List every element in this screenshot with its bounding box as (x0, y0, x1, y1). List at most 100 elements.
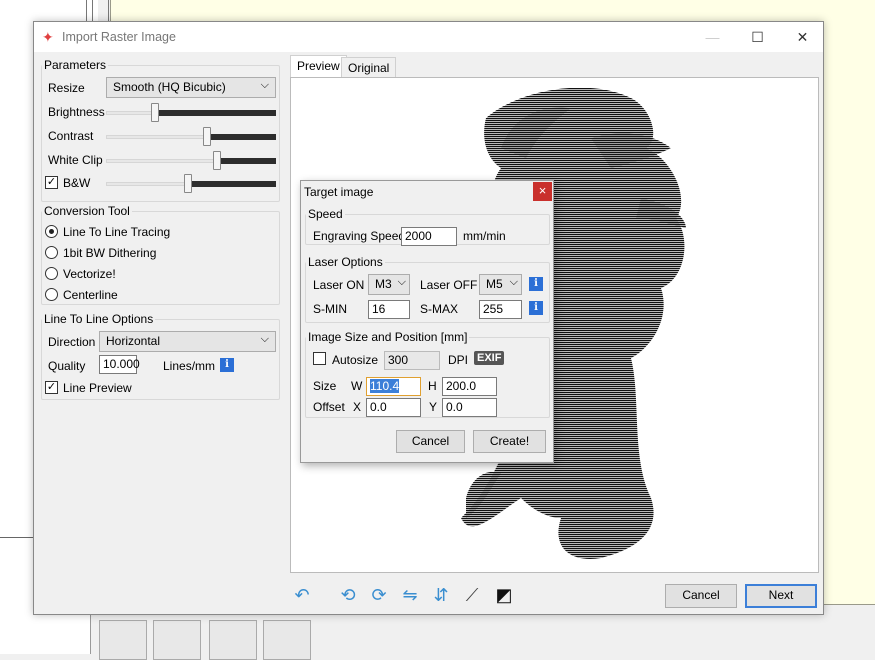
target-image-dialog: Target image × Speed Engraving Speed 200… (300, 180, 554, 463)
invert-icon[interactable]: ◩ (492, 583, 516, 607)
minimize-button[interactable]: — (690, 24, 735, 50)
background-tool-button[interactable] (99, 620, 147, 660)
slider-thumb[interactable] (184, 174, 192, 193)
background-tool-button[interactable] (209, 620, 257, 660)
tab-original[interactable]: Original (341, 57, 397, 77)
smax-label: S-MAX (420, 302, 459, 316)
whiteclip-slider[interactable] (106, 150, 276, 170)
height-input[interactable]: 200.0 (442, 377, 497, 396)
background-lock-button[interactable] (153, 620, 201, 660)
option-vectorize-label: Vectorize! (63, 267, 116, 281)
flip-horizontal-icon[interactable]: ⇋ (398, 583, 422, 607)
laser-options-legend: Laser Options (308, 255, 383, 269)
close-button[interactable]: ✕ (780, 24, 825, 50)
offset-label: Offset (313, 400, 345, 414)
slider-track (106, 111, 155, 115)
flip-vertical-icon[interactable]: ⇵ (429, 583, 453, 607)
contrast-slider[interactable] (106, 126, 276, 146)
radio-centerline[interactable] (45, 288, 58, 301)
size-label: Size (313, 379, 337, 393)
offset-y-input[interactable]: 0.0 (442, 398, 497, 417)
quality-input[interactable]: 10.000 (99, 355, 140, 374)
slider-thumb[interactable] (151, 103, 159, 122)
next-button[interactable]: Next (745, 584, 817, 608)
dialog-close-button[interactable]: × (533, 182, 552, 201)
height-label: H (428, 379, 437, 393)
direction-select[interactable]: Horizontal ⌵ (99, 331, 276, 352)
image-size-legend: Image Size and Position [mm] (308, 330, 468, 344)
slider-track (106, 135, 207, 139)
dialog-cancel-button[interactable]: Cancel (396, 430, 465, 453)
laser-off-value: M5 (486, 277, 503, 291)
line-preview-checkbox[interactable]: ✓ (45, 381, 58, 394)
background-divider (108, 0, 109, 22)
laser-info-icon[interactable]: i (529, 277, 543, 291)
background-divider (0, 537, 34, 538)
quality-label: Quality (48, 359, 86, 373)
background-tool-button[interactable] (263, 620, 311, 660)
direction-label: Direction (48, 335, 96, 349)
slider-fill (207, 134, 276, 140)
app-logo-icon: ✦ (42, 29, 54, 45)
width-input-value: 110.4 (370, 379, 400, 393)
smax-info-icon[interactable]: i (529, 301, 543, 315)
window-title: Import Raster Image (62, 30, 176, 44)
brightness-slider[interactable] (106, 102, 276, 122)
radio-line-to-line[interactable] (45, 225, 58, 238)
direction-select-value: Horizontal (106, 334, 161, 348)
smin-input[interactable]: 16 (368, 300, 410, 319)
line-preview-label: Line Preview (63, 381, 132, 395)
resize-label: Resize (48, 81, 85, 95)
maximize-button[interactable]: ☐ (735, 24, 780, 50)
tab-preview[interactable]: Preview (290, 55, 347, 78)
bw-slider[interactable] (106, 173, 276, 193)
width-input[interactable]: 110.4 (366, 377, 421, 396)
info-icon[interactable]: i (220, 358, 234, 372)
chevron-down-icon: ⌵ (509, 276, 518, 288)
autosize-checkbox[interactable] (313, 352, 326, 365)
offset-x-label: X (353, 400, 362, 414)
offset-x-input[interactable]: 0.0 (366, 398, 421, 417)
slider-fill (188, 181, 276, 187)
slider-track (106, 182, 188, 186)
dpi-input[interactable]: 300 (384, 351, 440, 370)
dpi-label: DPI (448, 353, 469, 367)
option-centerline-label: Centerline (63, 288, 118, 302)
rotate-cw-icon[interactable]: ⟳ (367, 583, 391, 607)
background-divider (92, 0, 93, 22)
slider-track (106, 159, 217, 163)
rotate-ccw-icon[interactable]: ⟲ (336, 583, 360, 607)
conversion-tool-legend: Conversion Tool (44, 204, 130, 218)
offset-y-label: Y (429, 400, 438, 414)
engraving-speed-input[interactable]: 2000 (401, 227, 457, 246)
radio-dithering[interactable] (45, 246, 58, 259)
exif-button[interactable]: EXIF (474, 351, 505, 365)
resize-select[interactable]: Smooth (HQ Bicubic) ⌵ (106, 77, 276, 98)
smax-input[interactable]: 255 (479, 300, 522, 319)
laser-on-value: M3 (375, 277, 392, 291)
crop-icon[interactable]: ⟋ (460, 583, 484, 607)
quality-unit-label: Lines/mm (163, 359, 216, 373)
bw-checkbox[interactable]: ✓ (45, 176, 58, 189)
width-label: W (351, 379, 363, 393)
slider-thumb[interactable] (213, 151, 221, 170)
laser-on-select[interactable]: M3 ⌵ (368, 274, 410, 295)
reload-icon[interactable]: ↶ (290, 583, 314, 607)
background-divider (86, 0, 87, 22)
slider-fill (217, 158, 276, 164)
chevron-down-icon: ⌵ (397, 276, 406, 288)
cancel-button[interactable]: Cancel (665, 584, 737, 608)
option-line-to-line-label: Line To Line Tracing (63, 225, 171, 239)
whiteclip-label: White Clip (48, 153, 103, 167)
dialog-title: Target image (304, 185, 374, 199)
contrast-label: Contrast (48, 129, 94, 143)
smin-label: S-MIN (313, 302, 347, 316)
speed-legend: Speed (308, 207, 343, 221)
speed-unit-label: mm/min (463, 229, 506, 243)
radio-vectorize[interactable] (45, 267, 58, 280)
laser-off-select[interactable]: M5 ⌵ (479, 274, 522, 295)
slider-thumb[interactable] (203, 127, 211, 146)
bw-label: B&W (63, 176, 91, 190)
create-button[interactable]: Create! (473, 430, 546, 453)
line-options-legend: Line To Line Options (44, 312, 154, 326)
